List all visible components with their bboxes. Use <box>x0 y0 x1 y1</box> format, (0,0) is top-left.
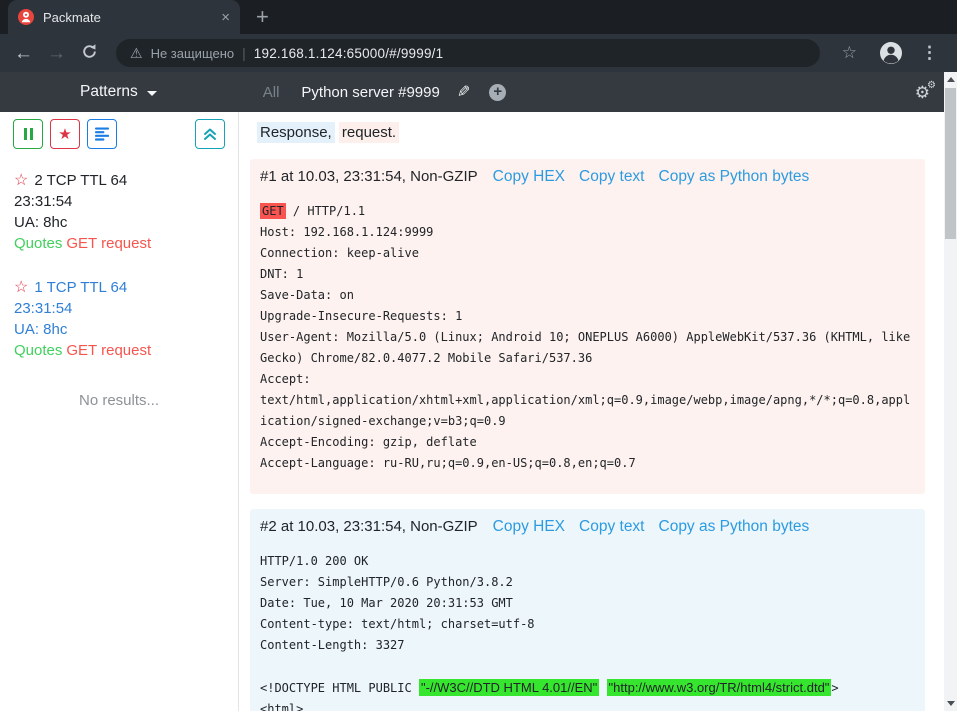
favorite-star-icon[interactable]: ☆ <box>14 279 28 296</box>
packet-pane: Response, request. #1 at 10.03, 23:31:54… <box>239 112 944 711</box>
scroll-up-button[interactable] <box>944 72 957 87</box>
sidebar-toolbar: ★ <box>0 119 238 149</box>
scroll-down-arrow-icon <box>947 701 955 706</box>
copy-as-python-bytes-link[interactable]: Copy as Python bytes <box>659 166 810 188</box>
search-term-response: Response, <box>257 122 335 143</box>
refresh-button[interactable] <box>75 43 104 64</box>
browser-tab[interactable]: Packmate × <box>8 0 240 34</box>
caret-down-icon <box>147 91 157 96</box>
security-label[interactable]: Не защищено <box>151 46 235 61</box>
pattern-tab-active[interactable]: Python server #9999 <box>301 84 439 101</box>
packet-header: #1 at 10.03, 23:31:54, Non-GZIP <box>260 166 478 188</box>
scroll-thumb[interactable] <box>945 88 956 239</box>
stream-tag-get-request: GET request <box>66 342 151 359</box>
stream-user-agent: UA: 8hc <box>14 212 224 233</box>
stream-list: ☆2 TCP TTL 64 23:31:54 UA: 8hc QuotesGET… <box>0 170 238 361</box>
back-button[interactable]: ← <box>9 44 38 63</box>
not-secure-warning-icon[interactable]: ⚠ <box>130 46 143 60</box>
align-left-icon <box>95 127 110 141</box>
chevron-double-up-icon <box>203 127 217 141</box>
stream-tag-quotes: Quotes <box>14 235 62 252</box>
search-term-request: request. <box>339 122 399 143</box>
scroll-up-arrow-icon <box>947 77 955 82</box>
copy-hex-link[interactable]: Copy HEX <box>493 166 565 188</box>
pause-icon <box>24 128 33 140</box>
copy-as-python-bytes-link[interactable]: Copy as Python bytes <box>659 516 810 538</box>
stream-title: 1 TCP TTL 64 <box>34 279 127 296</box>
favorite-star-icon[interactable]: ☆ <box>14 172 28 189</box>
packet-header: #2 at 10.03, 23:31:54, Non-GZIP <box>260 516 478 538</box>
packet-actions: Copy HEX Copy text Copy as Python bytes <box>493 516 810 538</box>
new-tab-button[interactable]: + <box>256 6 269 28</box>
highlight-green: "-//W3C//DTD HTML 4.01//EN" <box>419 679 599 696</box>
tab-title: Packmate <box>43 10 212 25</box>
scroll-down-button[interactable] <box>944 696 957 711</box>
pause-capture-button[interactable] <box>13 119 43 149</box>
highlight-green: "http://www.w3.org/TR/html4/strict.dtd" <box>607 679 832 696</box>
stream-tag-get-request: GET request <box>66 235 151 252</box>
browser-toolbar: ← → ⚠ Не защищено | 192.168.1.124:65000/… <box>0 34 957 72</box>
packmate-favicon-icon <box>18 9 34 25</box>
collapse-sidebar-button[interactable] <box>195 119 225 149</box>
stream-list-button[interactable] <box>87 119 117 149</box>
search-terms: Response, request. <box>257 122 925 144</box>
favorites-filter-button[interactable]: ★ <box>50 119 80 149</box>
profile-avatar-icon[interactable] <box>879 41 903 65</box>
browser-menu-icon[interactable]: ⋮ <box>921 43 938 63</box>
highlight-red: GET <box>260 203 286 219</box>
packet-content: HTTP/1.0 200 OK Server: SimpleHTTP/0.6 P… <box>258 551 917 711</box>
packet-list: #1 at 10.03, 23:31:54, Non-GZIP Copy HEX… <box>250 159 925 711</box>
scrollbar-track[interactable] <box>944 72 957 711</box>
browser-window: Packmate × + ← → ⚠ Не защищено | 192.168… <box>0 0 957 711</box>
stream-tag-quotes: Quotes <box>14 342 62 359</box>
stream-title: 2 TCP TTL 64 <box>34 172 127 189</box>
stream-list-item[interactable]: ☆ 2 TCP TTL 64 23:31:54 UA: 8hc QuotesGET… <box>0 170 238 254</box>
tab-close-icon[interactable]: × <box>221 10 230 25</box>
pattern-tab-all[interactable]: All <box>263 84 280 101</box>
no-results-label: No results... <box>0 392 238 409</box>
app-header: Patterns All Python server #9999 ✎ + ⚙⚙ <box>0 72 944 112</box>
stream-time: 23:31:54 <box>14 298 224 319</box>
browser-tab-strip: Packmate × + <box>0 0 957 34</box>
settings-gears-icon[interactable]: ⚙⚙ <box>915 84 930 101</box>
url-text[interactable]: 192.168.1.124:65000/#/9999/1 <box>254 46 444 61</box>
stream-sidebar: ★ ☆2 TCP TTL 64 23:31:54 UA: 8hc QuotesG… <box>0 112 239 711</box>
edit-pattern-icon[interactable]: ✎ <box>457 82 470 102</box>
stream-time: 23:31:54 <box>14 191 224 212</box>
packet-actions: Copy HEX Copy text Copy as Python bytes <box>493 166 810 188</box>
add-pattern-icon[interactable]: + <box>489 84 506 101</box>
packet-block: #2 at 10.03, 23:31:54, Non-GZIP Copy HEX… <box>250 509 925 711</box>
copy-text-link[interactable]: Copy text <box>579 166 644 188</box>
copy-text-link[interactable]: Copy text <box>579 516 644 538</box>
stream-user-agent: UA: 8hc <box>14 319 224 340</box>
patterns-label: Patterns <box>80 83 138 101</box>
url-separator: | <box>242 45 246 61</box>
stream-list-item[interactable]: ☆ 1 TCP TTL 64 23:31:54 UA: 8hc QuotesGET… <box>0 277 238 361</box>
bookmark-star-icon[interactable]: ☆ <box>842 43 857 63</box>
forward-button[interactable]: → <box>42 44 71 63</box>
packet-block: #1 at 10.03, 23:31:54, Non-GZIP Copy HEX… <box>250 159 925 494</box>
packet-content: GET / HTTP/1.1 Host: 192.168.1.124:9999 … <box>258 201 917 474</box>
patterns-dropdown[interactable]: Patterns <box>80 83 157 101</box>
settings-gear-small-icon: ⚙ <box>927 81 936 91</box>
copy-hex-link[interactable]: Copy HEX <box>493 516 565 538</box>
address-bar[interactable]: ⚠ Не защищено | 192.168.1.124:65000/#/99… <box>116 39 820 67</box>
star-icon: ★ <box>58 125 71 143</box>
